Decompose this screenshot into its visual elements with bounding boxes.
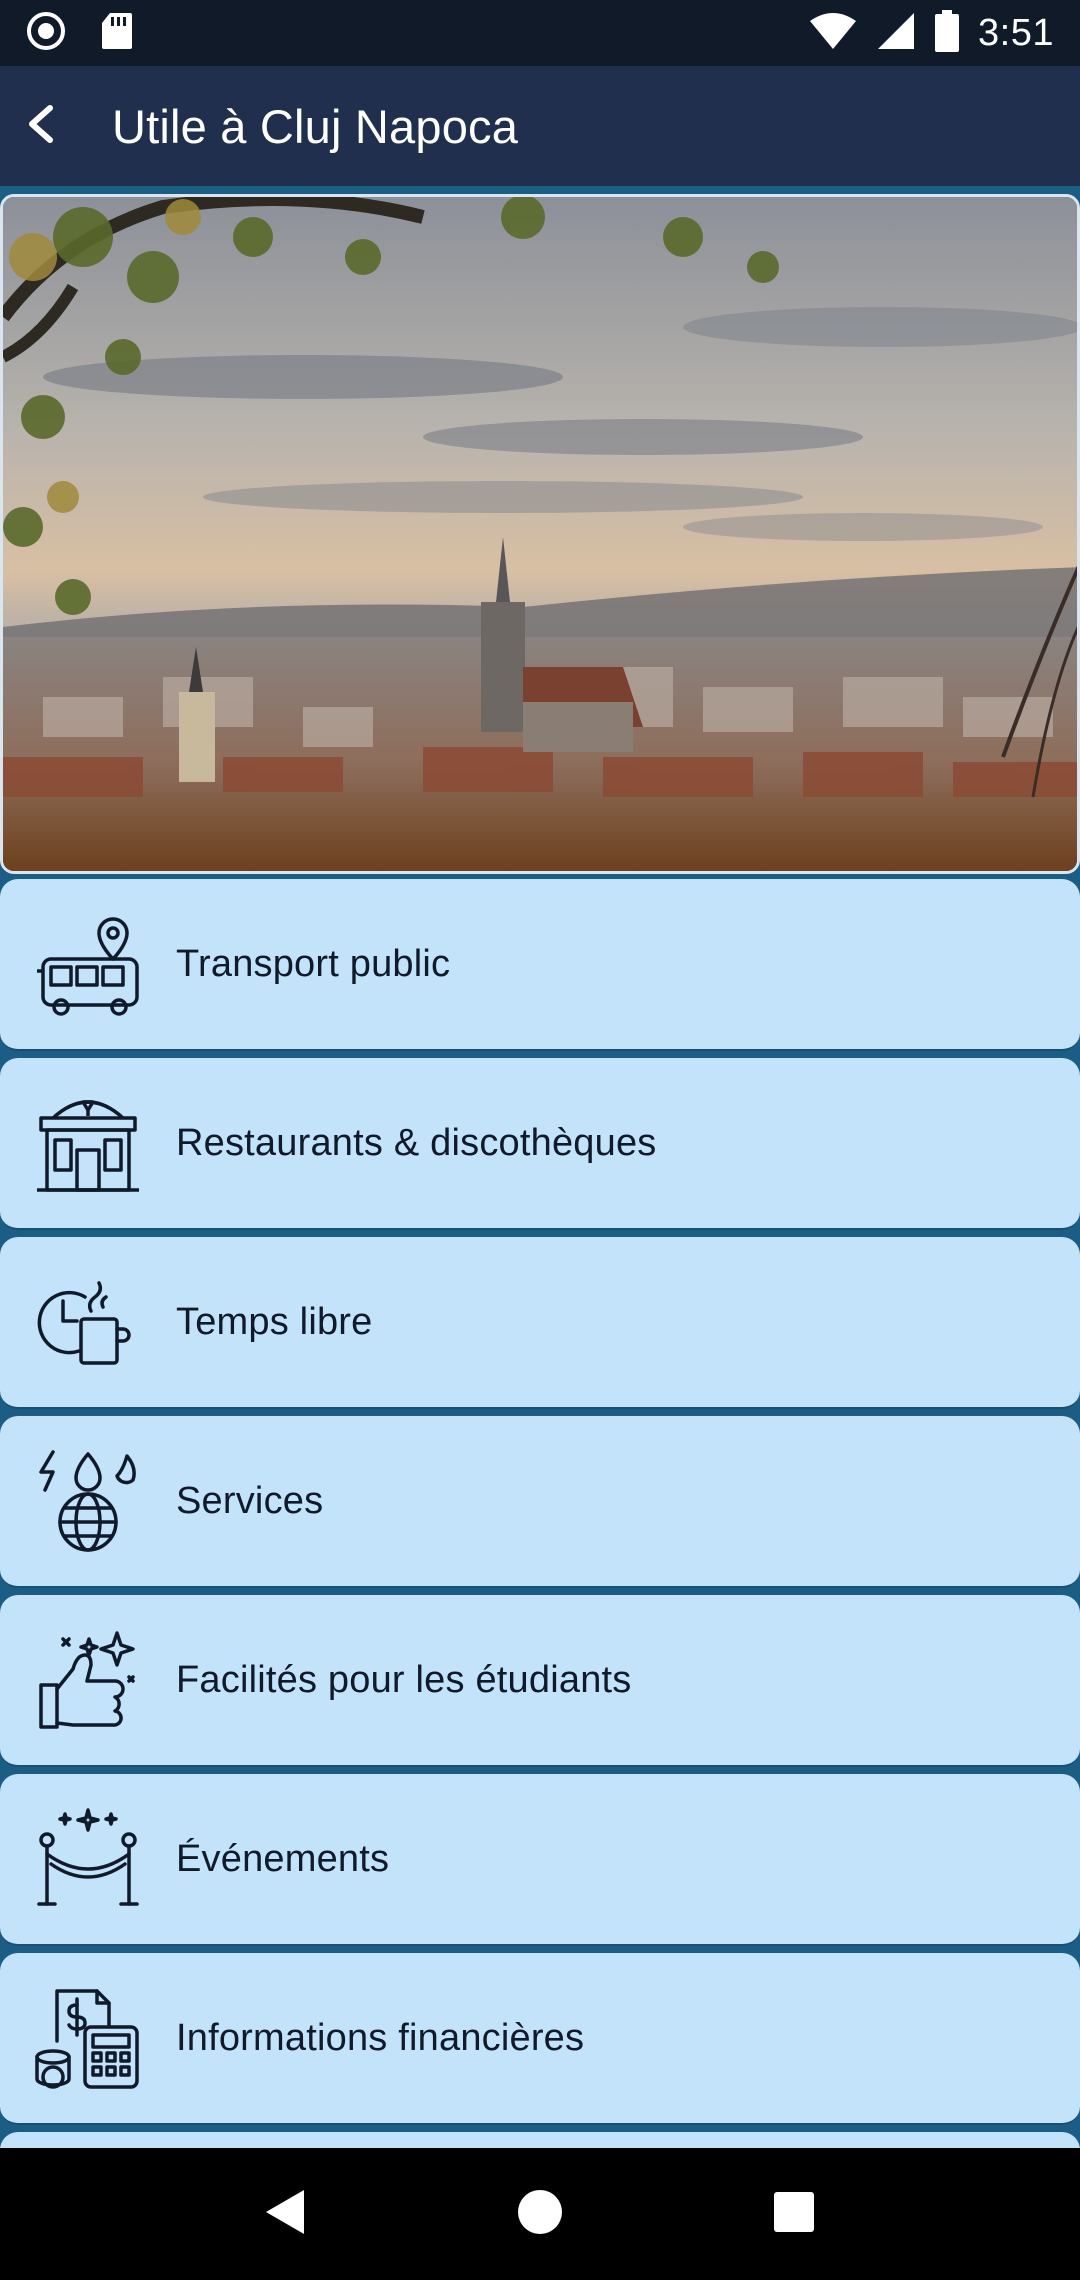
- system-nav-bar: [0, 2148, 1080, 2280]
- signal-icon: [876, 11, 916, 56]
- menu-item-label: Événements: [176, 1837, 390, 1880]
- menu-item-partial[interactable]: [0, 2132, 1080, 2148]
- menu-item-label: Restaurants & discothèques: [176, 1121, 657, 1164]
- battery-icon: [934, 9, 960, 57]
- menu-item-label: Temps libre: [176, 1300, 373, 1343]
- menu-item-temps-libre[interactable]: Temps libre: [0, 1237, 1080, 1409]
- event-rope-barrier-icon: [33, 1804, 143, 1914]
- bus-location-icon: [33, 909, 143, 1019]
- nav-back-icon[interactable]: [264, 2188, 308, 2241]
- menu-item-transport-public[interactable]: Transport public: [0, 879, 1080, 1051]
- back-button[interactable]: [0, 66, 90, 186]
- menu-item-label: Facilités pour les étudiants: [176, 1658, 632, 1701]
- menu-item-label: Transport public: [176, 942, 451, 985]
- back-arrow-icon: [22, 102, 62, 151]
- hero-image: [0, 194, 1080, 874]
- globe-utilities-icon: [33, 1446, 143, 1556]
- nav-recents-icon[interactable]: [772, 2190, 816, 2239]
- nav-home-icon[interactable]: [516, 2188, 564, 2241]
- page-title: Utile à Cluj Napoca: [112, 99, 519, 153]
- status-bar: 3:51: [0, 0, 1080, 66]
- sd-card-icon: [100, 11, 134, 56]
- notification-circle-icon: [26, 11, 66, 56]
- clock-coffee-icon: [33, 1267, 143, 1377]
- menu-item-label: Services: [176, 1479, 324, 1522]
- menu-item-services[interactable]: Services: [0, 1416, 1080, 1588]
- content-area: Transport public Restaurants & discothèq…: [0, 186, 1080, 2148]
- menu-item-informations-financieres[interactable]: Informations financières: [0, 1953, 1080, 2125]
- app-bar: Utile à Cluj Napoca: [0, 66, 1080, 186]
- menu-item-restaurants[interactable]: Restaurants & discothèques: [0, 1058, 1080, 1230]
- menu-item-facilites-etudiants[interactable]: Facilités pour les étudiants: [0, 1595, 1080, 1767]
- menu-item-label: Informations financières: [176, 2016, 585, 2059]
- finance-calculator-icon: [33, 1983, 143, 2093]
- thumbs-up-sparkle-icon: [33, 1625, 143, 1735]
- wifi-icon: [808, 11, 858, 56]
- restaurant-building-icon: [33, 1088, 143, 1198]
- menu-item-evenements[interactable]: Événements: [0, 1774, 1080, 1946]
- status-time: 3:51: [978, 11, 1054, 54]
